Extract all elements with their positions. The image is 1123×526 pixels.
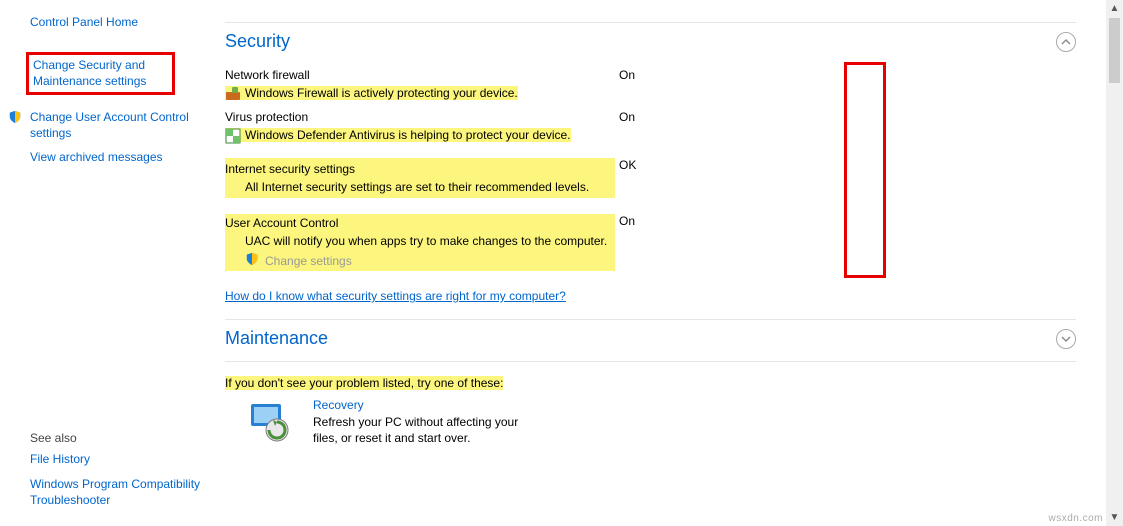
virus-row: Virus protection Windows Defender Antivi… [225, 110, 1076, 142]
scrollbar[interactable]: ▲ ▼ [1106, 0, 1123, 526]
recovery-row: Recovery Refresh your PC without affecti… [225, 398, 1076, 446]
security-section-header[interactable]: Security [225, 25, 1076, 58]
watermark: wsxdn.com [1048, 513, 1103, 524]
internet-security-label: Internet security settings [225, 162, 615, 176]
change-security-settings-link[interactable]: Change Security and Maintenance settings [33, 57, 168, 89]
maintenance-section-header[interactable]: Maintenance [225, 322, 1076, 355]
scroll-up-icon[interactable]: ▲ [1106, 0, 1123, 17]
internet-security-status: OK [615, 158, 665, 172]
uac-row: User Account Control UAC will notify you… [225, 214, 1076, 271]
sidebar: Control Panel Home Change Security and M… [0, 0, 215, 526]
scroll-down-icon[interactable]: ▼ [1106, 509, 1123, 526]
security-help-link[interactable]: How do I know what security settings are… [225, 289, 566, 303]
uac-status: On [615, 214, 665, 228]
virus-status: On [615, 110, 665, 124]
scroll-thumb[interactable] [1109, 18, 1120, 83]
defender-icon [225, 128, 241, 144]
see-also-file-history[interactable]: File History [30, 451, 205, 467]
firewall-message: Windows Firewall is actively protecting … [245, 86, 518, 100]
firewall-label: Network firewall [225, 68, 615, 82]
virus-message: Windows Defender Antivirus is helping to… [245, 128, 571, 142]
internet-security-message: All Internet security settings are set t… [245, 180, 589, 194]
recovery-subtext: Refresh your PC without affecting your f… [313, 414, 533, 446]
firewall-icon [225, 86, 241, 102]
see-also-header: See also [30, 431, 205, 445]
recovery-icon [245, 398, 293, 446]
uac-shield-icon [8, 110, 22, 124]
firewall-status: On [615, 68, 665, 82]
firewall-row: Network firewall Windows Firewall is act… [225, 68, 1076, 100]
uac-shield-small-icon [245, 252, 259, 269]
content-area: Security Network firewall Windows Firewa… [215, 0, 1106, 526]
see-also-compat-troubleshooter[interactable]: Windows Program Compatibility Troublesho… [30, 476, 205, 508]
expand-maintenance-icon[interactable] [1056, 329, 1076, 349]
control-panel-home-link[interactable]: Control Panel Home [30, 14, 205, 30]
maintenance-title: Maintenance [225, 328, 328, 349]
uac-change-settings-link[interactable]: Change settings [265, 254, 352, 268]
internet-security-row: Internet security settings All Internet … [225, 158, 1076, 198]
uac-label: User Account Control [225, 216, 615, 230]
highlight-box-sidebar: Change Security and Maintenance settings [26, 52, 175, 94]
security-title: Security [225, 31, 290, 52]
troubleshoot-prompt: If you don't see your problem listed, tr… [225, 376, 503, 390]
change-uac-settings-link[interactable]: Change User Account Control settings [30, 109, 205, 141]
recovery-link[interactable]: Recovery [313, 398, 364, 412]
view-archived-messages-link[interactable]: View archived messages [30, 149, 205, 165]
collapse-security-icon[interactable] [1056, 32, 1076, 52]
virus-label: Virus protection [225, 110, 615, 124]
uac-message: UAC will notify you when apps try to mak… [245, 234, 607, 248]
